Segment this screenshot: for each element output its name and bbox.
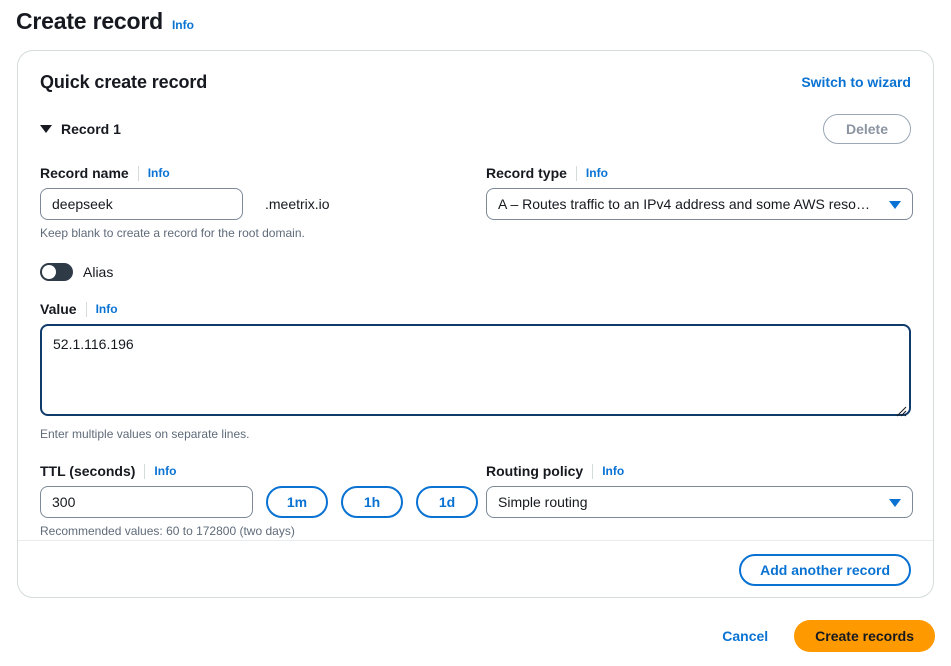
ttl-info-link[interactable]: Info: [154, 464, 176, 478]
alias-toggle[interactable]: [40, 263, 73, 281]
record-name-field-group: Record name Info .meetrix.io Keep blank …: [40, 164, 460, 241]
chevron-down-icon: [40, 125, 52, 133]
quick-create-record-card: Quick create record Switch to wizard Rec…: [17, 50, 934, 598]
card-divider: [18, 540, 933, 541]
toggle-knob: [42, 265, 56, 279]
record-type-select-wrap: A – Routes traffic to an IPv4 address an…: [486, 188, 913, 220]
routing-policy-info-link[interactable]: Info: [602, 464, 624, 478]
domain-suffix: .meetrix.io: [265, 196, 330, 212]
label-divider: [575, 165, 577, 181]
record-name-input-row: .meetrix.io: [40, 188, 460, 220]
page-header: Create record Info: [16, 6, 194, 36]
label-divider: [85, 301, 87, 317]
create-records-button[interactable]: Create records: [794, 620, 935, 652]
label-divider: [592, 463, 594, 479]
routing-policy-select[interactable]: Simple routing: [486, 486, 913, 518]
routing-policy-field-group: Routing policy Info Simple routing: [486, 462, 913, 539]
add-another-record-button[interactable]: Add another record: [739, 554, 911, 586]
switch-to-wizard-link[interactable]: Switch to wizard: [801, 74, 911, 90]
ttl-input[interactable]: [40, 486, 253, 518]
ttl-preset-1h[interactable]: 1h: [341, 486, 403, 518]
label-divider: [144, 463, 146, 479]
record-name-label: Record name: [40, 165, 129, 181]
record-type-label: Record type: [486, 165, 567, 181]
create-record-page: Create record Info Quick create record S…: [0, 0, 951, 666]
routing-policy-label: Routing policy: [486, 463, 584, 479]
value-field-group: Value Info 52.1.116.196 Enter multiple v…: [40, 300, 911, 442]
alias-label: Alias: [83, 264, 114, 280]
ttl-label: TTL (seconds): [40, 463, 136, 479]
field-row-name-type: Record name Info .meetrix.io Keep blank …: [40, 164, 913, 241]
record-disclosure-toggle[interactable]: Record 1: [40, 121, 121, 137]
record-type-field-group: Record type Info A – Routes traffic to a…: [486, 164, 913, 241]
value-textarea-wrap: 52.1.116.196: [40, 324, 911, 421]
card-body: Quick create record Switch to wizard Rec…: [18, 51, 933, 539]
record-type-label-row: Record type Info: [486, 164, 913, 182]
card-header: Quick create record Switch to wizard: [40, 71, 911, 93]
page-title: Create record: [16, 8, 163, 34]
page-footer-actions: Cancel Create records: [722, 620, 935, 652]
card-title: Quick create record: [40, 72, 208, 92]
record-label: Record 1: [61, 121, 121, 137]
card-footer: Add another record: [739, 554, 911, 586]
ttl-input-row: 1m 1h 1d: [40, 486, 478, 518]
routing-policy-label-row: Routing policy Info: [486, 462, 913, 480]
label-divider: [137, 165, 139, 181]
ttl-hint: Recommended values: 60 to 172800 (two da…: [40, 524, 295, 538]
record-name-label-row: Record name Info: [40, 164, 460, 182]
delete-record-button[interactable]: Delete: [823, 114, 911, 144]
value-info-link[interactable]: Info: [96, 302, 118, 316]
ttl-preset-1m[interactable]: 1m: [266, 486, 328, 518]
record-name-input[interactable]: [40, 188, 243, 220]
record-name-hint: Keep blank to create a record for the ro…: [40, 226, 305, 240]
value-hint: Enter multiple values on separate lines.: [40, 427, 250, 441]
record-type-select[interactable]: A – Routes traffic to an IPv4 address an…: [486, 188, 913, 220]
routing-policy-select-wrap: Simple routing: [486, 486, 913, 518]
page-info-link[interactable]: Info: [172, 18, 194, 32]
record-type-info-link[interactable]: Info: [586, 166, 608, 180]
ttl-field-group: TTL (seconds) Info 1m 1h 1d Recommended …: [40, 462, 478, 539]
alias-toggle-row[interactable]: Alias: [40, 263, 911, 281]
field-row-ttl-routing: TTL (seconds) Info 1m 1h 1d Recommended …: [40, 462, 913, 539]
ttl-label-row: TTL (seconds) Info: [40, 462, 460, 480]
ttl-preset-1d[interactable]: 1d: [416, 486, 478, 518]
value-textarea[interactable]: 52.1.116.196: [40, 324, 911, 416]
value-label-row: Value Info: [40, 300, 911, 318]
cancel-button[interactable]: Cancel: [722, 628, 768, 644]
record-name-info-link[interactable]: Info: [148, 166, 170, 180]
record-header-row: Record 1 Delete: [40, 114, 911, 144]
value-label: Value: [40, 301, 77, 317]
